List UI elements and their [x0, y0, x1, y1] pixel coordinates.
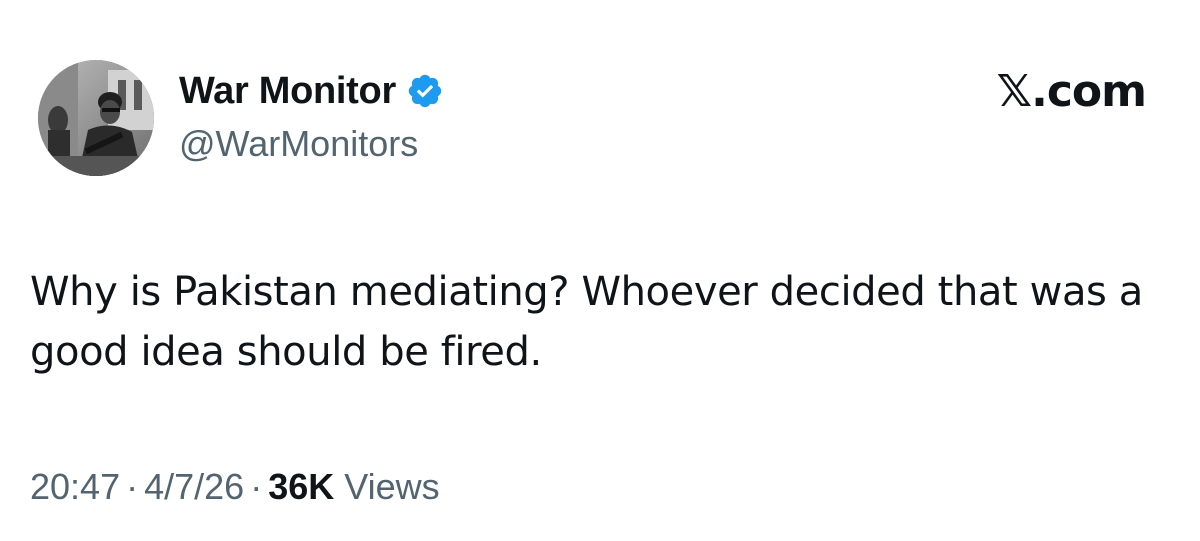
tweet-date[interactable]: 4/7/26 — [144, 466, 244, 507]
tweet-meta: 20:47 · 4/7/26 · 36K Views — [30, 462, 440, 512]
tweet-time[interactable]: 20:47 — [30, 466, 120, 507]
views-count: 36K — [268, 466, 335, 507]
views-label: Views — [344, 466, 440, 507]
tweet-card: War Monitor @WarMonitors 𝕏.com Why is Pa… — [0, 0, 1200, 541]
x-logo[interactable]: 𝕏.com — [997, 64, 1147, 120]
meta-separator: · — [126, 466, 139, 507]
tweet-text: Why is Pakistan mediating? Whoever decid… — [30, 269, 1143, 375]
author-handle[interactable]: @WarMonitors — [179, 120, 418, 168]
avatar-photo-icon — [38, 60, 154, 176]
author-name-row[interactable]: War Monitor — [179, 66, 444, 116]
avatar[interactable] — [38, 60, 154, 176]
author-display-name[interactable]: War Monitor — [179, 66, 396, 116]
verified-badge-icon — [406, 72, 444, 110]
meta-separator: · — [250, 466, 263, 507]
